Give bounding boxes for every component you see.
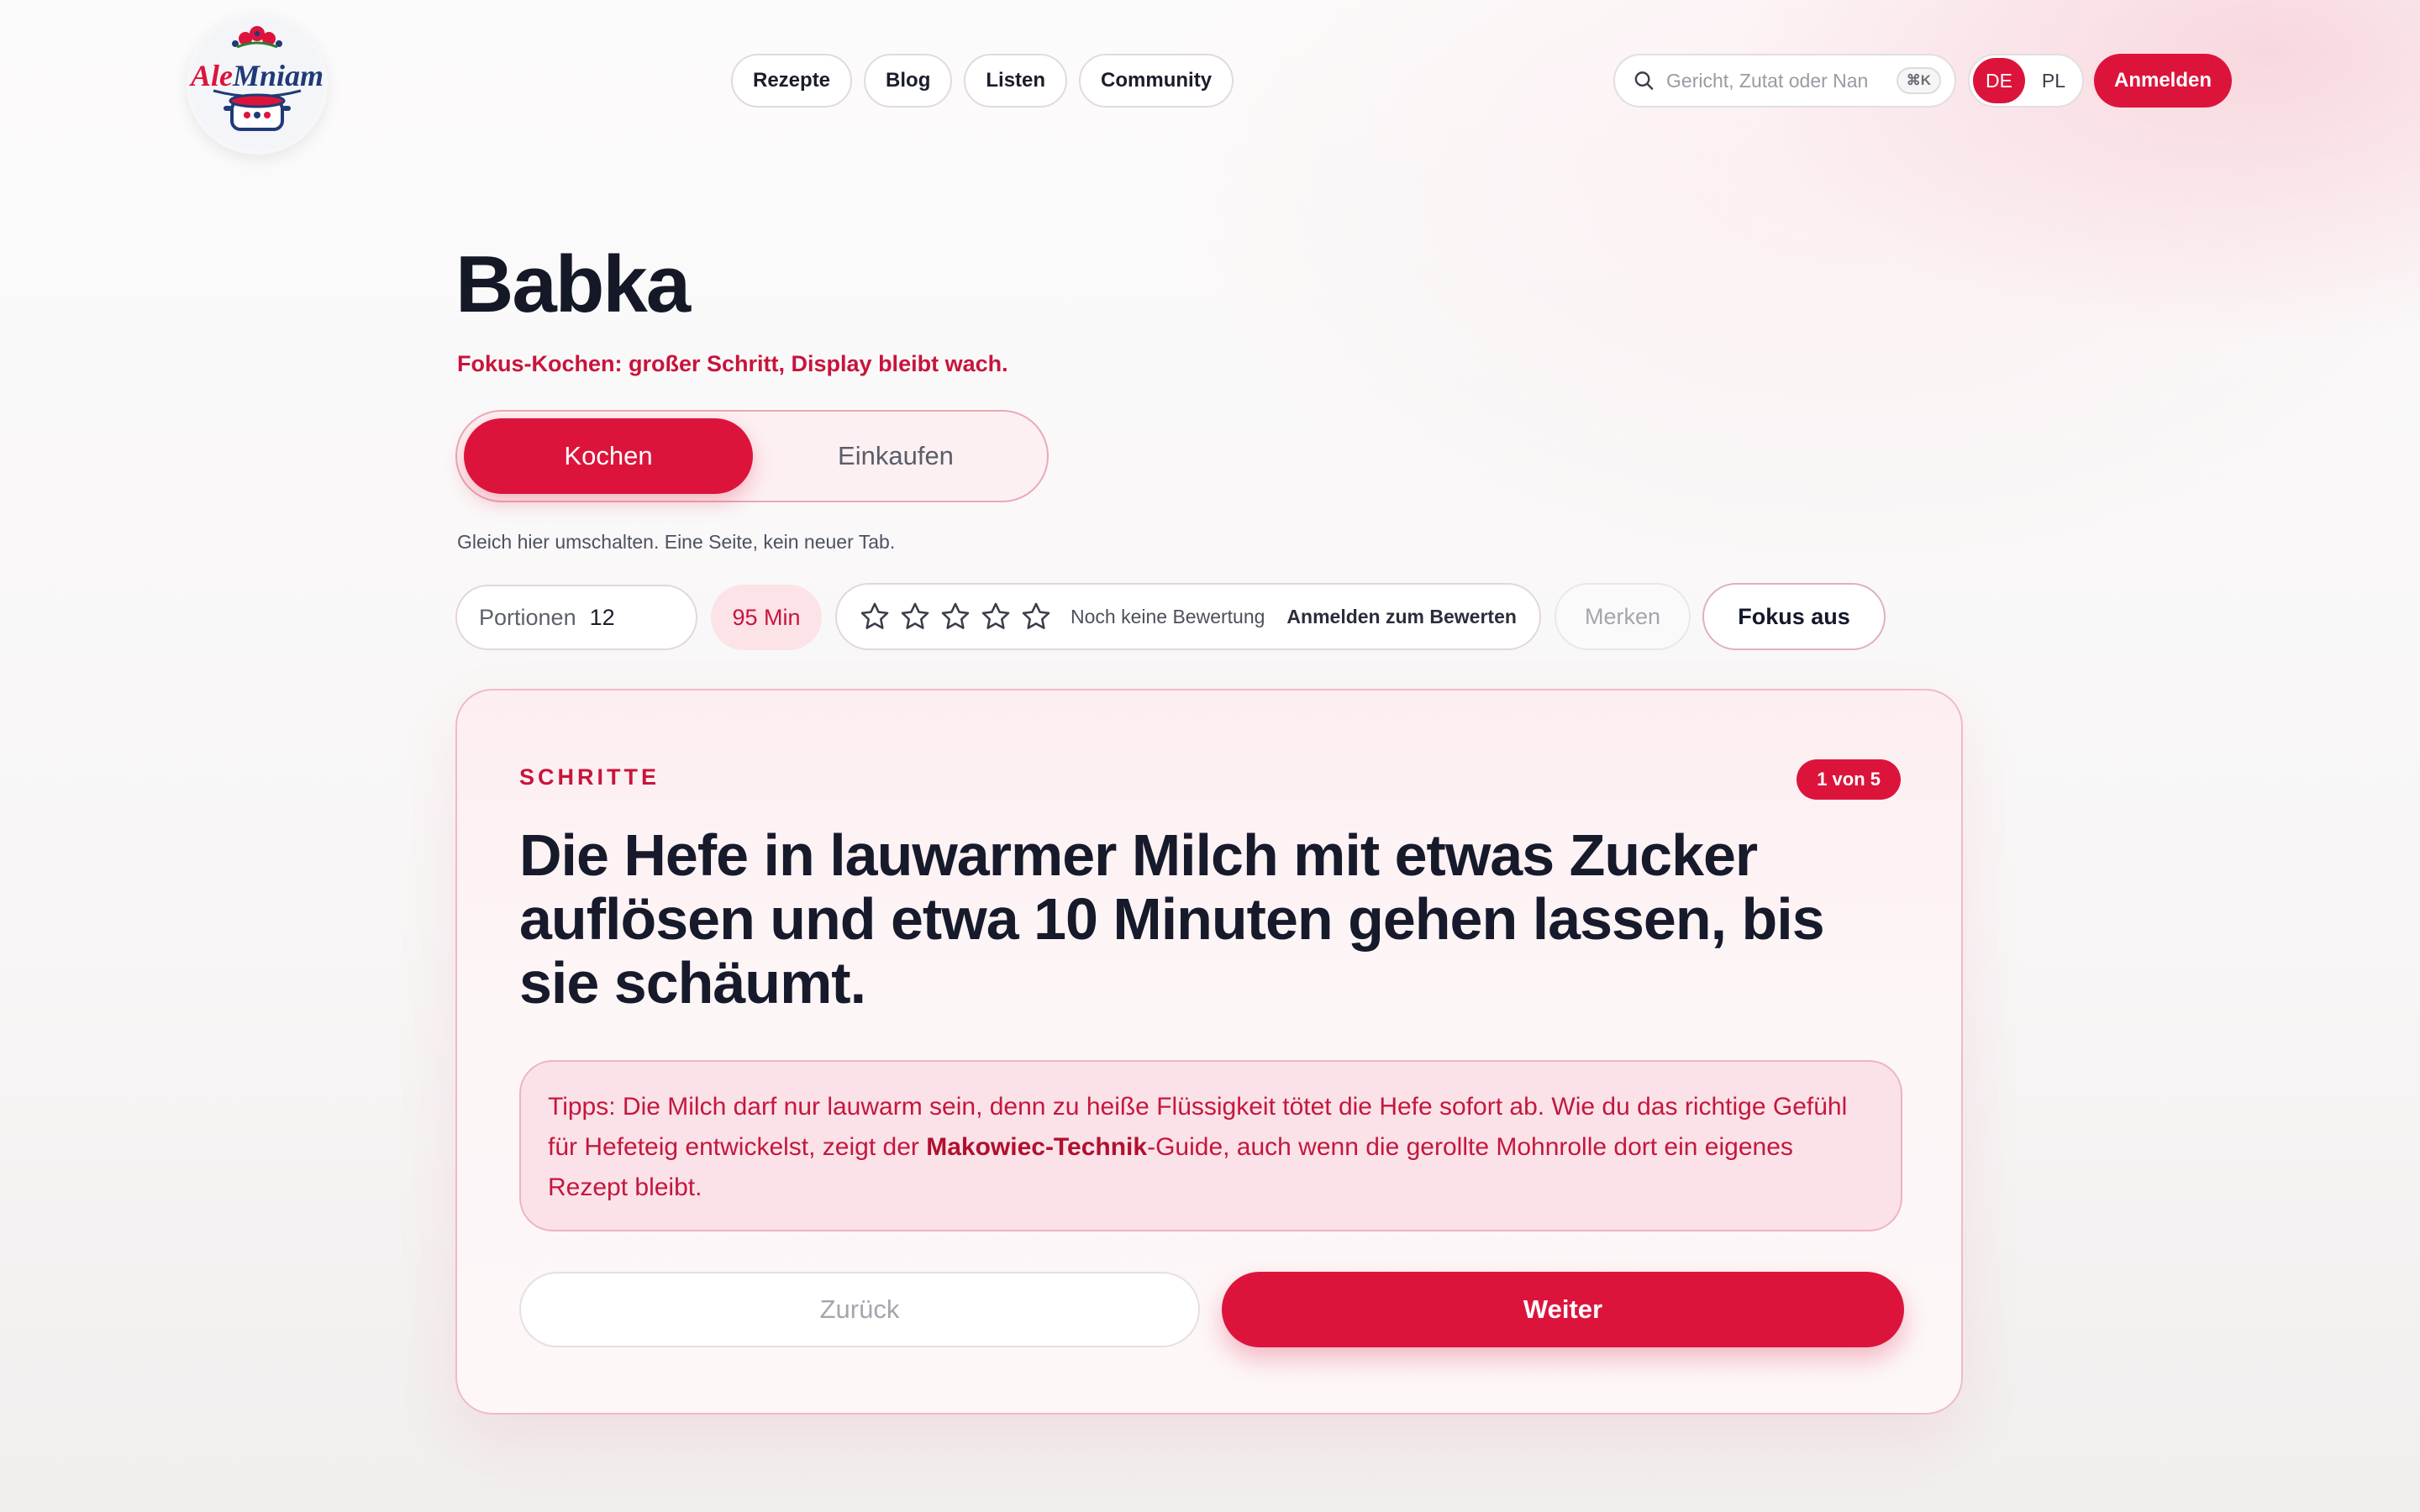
rating-login-link[interactable]: Anmelden zum Bewerten <box>1286 606 1517 628</box>
nav-listen[interactable]: Listen <box>964 54 1068 108</box>
focus-off-button[interactable]: Fokus aus <box>1702 583 1886 650</box>
search-icon <box>1634 71 1654 90</box>
star-icon[interactable] <box>1020 601 1052 633</box>
language-pl-button[interactable]: PL <box>2030 70 2077 92</box>
search-box[interactable]: Gericht, Zutat oder Nan ⌘K <box>1613 54 1956 108</box>
mode-hint: Gleich hier umschalten. Eine Seite, kein… <box>457 531 896 553</box>
mode-toggle: Kochen Einkaufen <box>455 410 1049 502</box>
svg-text:AleMniam: AleMniam <box>189 59 324 92</box>
current-step-text: Die Hefe in lauwarmer Milch mit etwas Zu… <box>519 822 1825 1016</box>
next-step-button[interactable]: Weiter <box>1222 1272 1904 1347</box>
save-recipe-button[interactable]: Merken <box>1555 583 1691 650</box>
mode-shop-button[interactable]: Einkaufen <box>753 418 1039 494</box>
star-icon[interactable] <box>980 601 1012 633</box>
makowiec-guide-link[interactable]: Makowiec-Technik <box>926 1133 1147 1161</box>
main-nav: Rezepte Blog Listen Community <box>731 54 1234 108</box>
steps-card: SCHRITTE 1 von 5 Die Hefe in lauwarmer M… <box>455 689 1963 1415</box>
star-icon[interactable] <box>939 601 971 633</box>
step-counter-badge: 1 von 5 <box>1797 759 1901 800</box>
logo-graphic: AleMniam <box>189 17 324 151</box>
focus-mode-subtitle: Fokus-Kochen: großer Schritt, Display bl… <box>457 351 1008 376</box>
nav-community[interactable]: Community <box>1079 54 1234 108</box>
star-icon[interactable] <box>899 601 931 633</box>
steps-heading: SCHRITTE <box>519 764 660 790</box>
star-icon[interactable] <box>859 601 891 633</box>
site-logo[interactable]: AleMniam <box>187 13 328 155</box>
recipe-title: Babka <box>455 239 691 329</box>
nav-blog[interactable]: Blog <box>864 54 953 108</box>
search-shortcut-badge: ⌘K <box>1896 67 1941 94</box>
login-button[interactable]: Anmelden <box>2094 54 2232 108</box>
language-de-button[interactable]: DE <box>1973 58 2025 103</box>
mode-cook-button[interactable]: Kochen <box>464 418 753 494</box>
language-switcher: DE PL <box>1968 54 2084 108</box>
portions-label: Portionen <box>479 604 576 630</box>
cooking-time-badge: 95 Min <box>711 585 822 650</box>
rating-status: Noch keine Bewertung <box>1071 605 1265 627</box>
portions-field[interactable]: Portionen 12 <box>455 585 697 650</box>
previous-step-button[interactable]: Zurück <box>519 1272 1200 1347</box>
rating-widget: Noch keine Bewertung Anmelden zum Bewert… <box>835 583 1541 650</box>
search-input[interactable]: Gericht, Zutat oder Nan <box>1666 70 1885 92</box>
nav-rezepte[interactable]: Rezepte <box>731 54 853 108</box>
portions-input[interactable]: 12 <box>590 605 615 631</box>
step-tip-box: Tipps: Die Milch darf nur lauwarm sein, … <box>519 1060 1902 1231</box>
